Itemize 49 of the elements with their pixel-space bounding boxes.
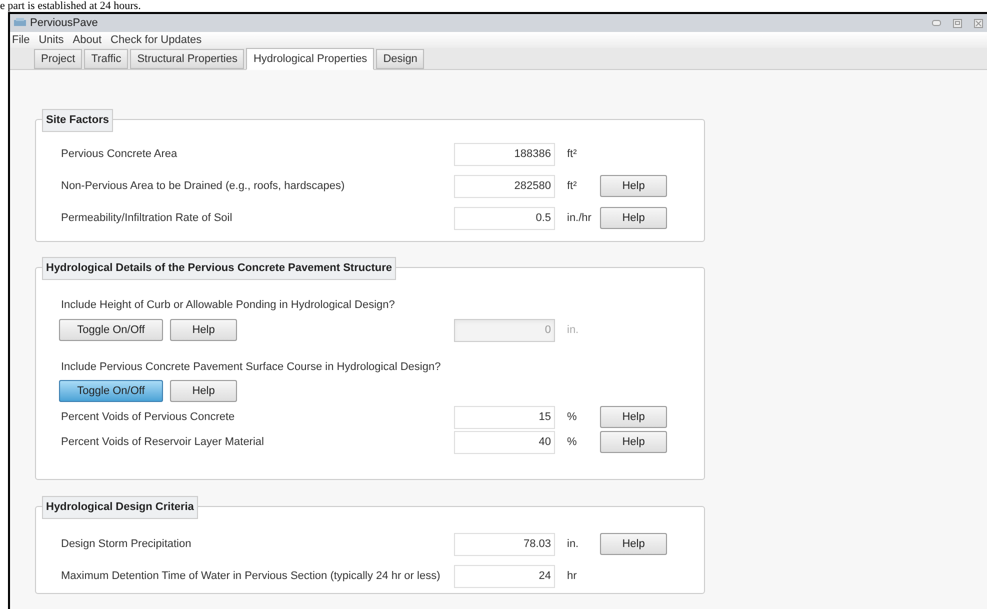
button[interactable]: Help <box>170 380 237 402</box>
input-field[interactable]: 0.5 <box>454 206 555 230</box>
group-title: Hydrological Design Criteria <box>42 496 198 518</box>
question-text: Include Height of Curb or Allowable Ponding in Hydrological Design? <box>61 298 395 313</box>
menu-item[interactable]: About <box>72 32 102 48</box>
input-field[interactable]: 15 <box>454 406 555 428</box>
button[interactable]: Help <box>600 431 667 453</box>
maximize-icon[interactable] <box>953 18 962 28</box>
unit-label: hr <box>567 568 578 584</box>
tab[interactable]: Hydrological Properties <box>246 48 374 70</box>
button[interactable]: Help <box>600 533 667 555</box>
menu-item[interactable]: File <box>12 32 30 48</box>
unit-label: in. <box>567 536 580 552</box>
unit-label: in./hr <box>567 210 592 226</box>
field-label: Permeability/Infiltration Rate of Soil <box>61 210 234 226</box>
field-label: Percent Voids of Reservoir Layer Material <box>61 434 265 450</box>
close-icon[interactable] <box>974 18 983 28</box>
button[interactable]: Help <box>600 175 667 197</box>
field-label: Pervious Concrete Area <box>61 146 178 162</box>
field-label: Maximum Detention Time of Water in Pervious Section (typically 24 hr or less) <box>61 568 442 584</box>
input-field[interactable]: 282580 <box>454 174 555 198</box>
app-icon <box>14 18 26 28</box>
unit-label: in. <box>567 322 580 338</box>
caption-text: e part is established at 24 hours. <box>0 0 141 12</box>
tab[interactable]: Structural Properties <box>130 49 244 69</box>
button[interactable]: Help <box>600 207 667 229</box>
group-title: Site Factors <box>42 109 113 132</box>
minimize-icon[interactable] <box>932 20 941 26</box>
group-title: Hydrological Details of the Pervious Concrete Pavement Structure <box>42 257 396 280</box>
button[interactable]: Help <box>600 406 667 428</box>
input-field[interactable]: 24 <box>454 564 555 588</box>
unit-label: % <box>567 434 578 450</box>
field-label: Non-Pervious Area to be Drained (e.g., roofs, hardscapes) <box>61 178 346 194</box>
question-text: Include Pervious Concrete Pavement Surface Course in Hydrological Design? <box>61 360 441 375</box>
tab[interactable]: Traffic <box>84 49 128 69</box>
unit-label: % <box>567 410 578 425</box>
menu-item[interactable]: Check for Updates <box>110 32 202 48</box>
input-field[interactable]: 188386 <box>454 142 555 166</box>
unit-label: ft² <box>567 178 578 194</box>
field-label: Percent Voids of Pervious Concrete <box>61 410 236 425</box>
tab[interactable]: Design <box>376 49 424 69</box>
button[interactable]: Toggle On/Off <box>59 380 163 402</box>
unit-label: ft² <box>567 146 578 162</box>
menu-item[interactable]: Units <box>38 32 64 48</box>
input-field[interactable]: 78.03 <box>454 532 555 556</box>
window-title: PerviousPave <box>30 16 98 31</box>
field-label: Design Storm Precipitation <box>61 536 192 552</box>
tab[interactable]: Project <box>34 49 82 69</box>
input-field[interactable]: 40 <box>454 430 555 454</box>
